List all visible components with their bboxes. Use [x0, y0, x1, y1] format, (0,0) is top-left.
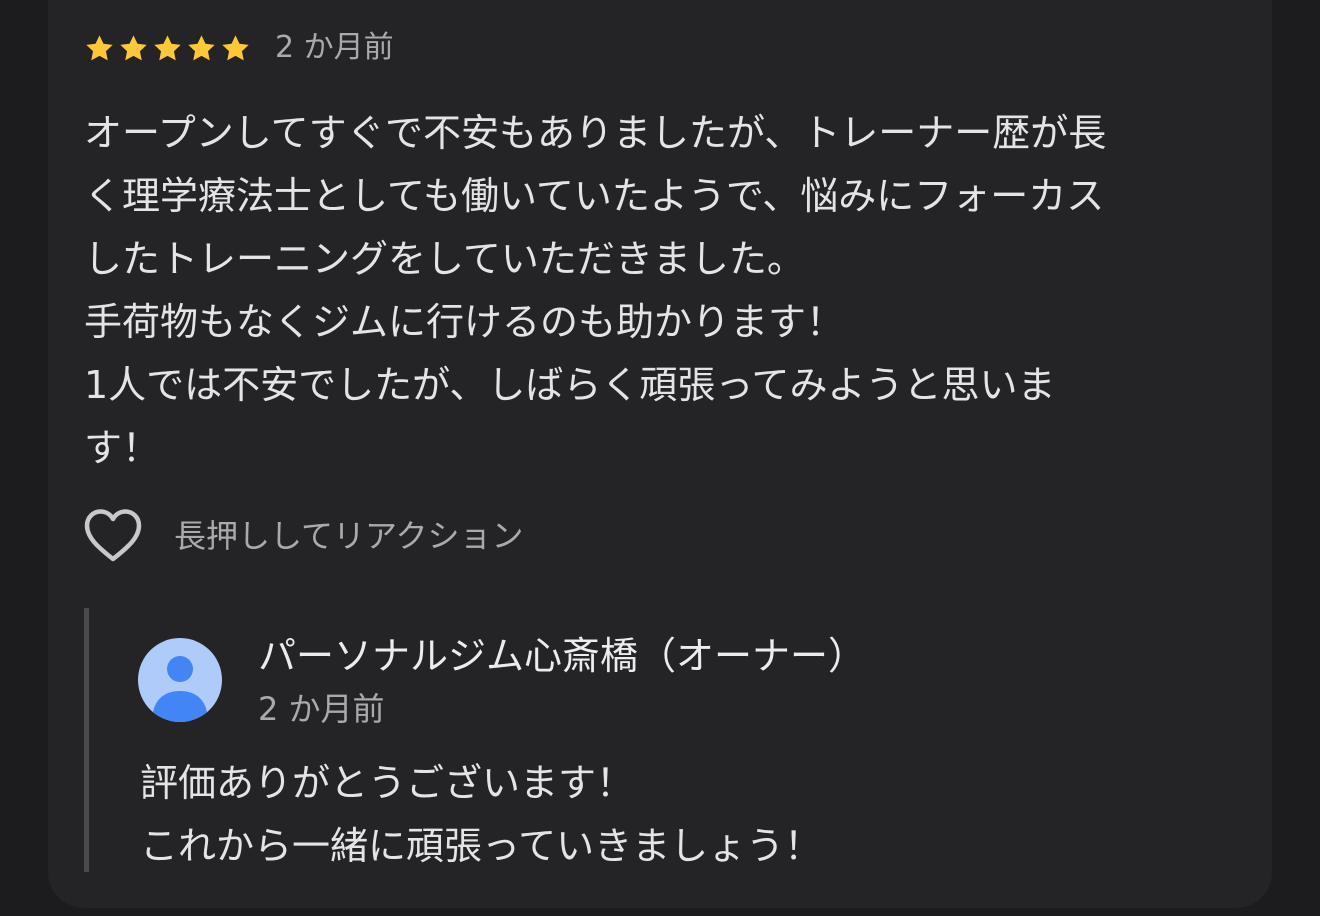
reply-text-line: これから一緒に頑張っていきましょう！	[140, 824, 823, 868]
star-icon	[86, 34, 113, 60]
owner-reply-time: 2 か月前	[258, 690, 385, 728]
review-rating-row: 2 か月前	[84, 28, 394, 68]
heart-outline-icon[interactable]	[82, 507, 144, 565]
review-text-line: く理学療法士としても働いていたようで、悩みにフォーカス	[84, 174, 1105, 218]
review-text-line: オープンしてすぐで不安もありましたが、トレーナー歴が長	[84, 111, 1107, 155]
owner-reply-text: 評価ありがとうございます！ これから一緒に頑張っていきましょう！	[140, 752, 822, 878]
review-text-line: 1人では不安でしたが、しばらく頑張ってみようと思いま	[84, 363, 1056, 407]
reply-text-line: 評価ありがとうございます！	[140, 761, 635, 805]
star-icon	[120, 34, 147, 60]
person-avatar-icon	[138, 638, 222, 722]
review-text: オープンしてすぐで不安もありましたが、トレーナー歴が長 く理学療法士としても働い…	[84, 102, 1234, 480]
star-icon	[188, 34, 215, 60]
review-text-line: したトレーニングをしていただきました。	[84, 237, 805, 281]
star-rating	[84, 33, 251, 64]
reply-indent-bar	[84, 608, 89, 872]
review-text-line: す！	[84, 426, 161, 470]
review-text-line: 手荷物もなくジムに行けるのも助かります！	[84, 300, 845, 344]
reaction-button[interactable]: 長押ししてリアクション	[82, 505, 523, 567]
review-time: 2 か月前	[275, 30, 394, 65]
star-icon	[154, 34, 181, 60]
owner-name: パーソナルジム心斎橋（オーナー）	[258, 634, 867, 678]
star-icon	[222, 34, 249, 60]
reaction-label: 長押ししてリアクション	[174, 517, 524, 555]
